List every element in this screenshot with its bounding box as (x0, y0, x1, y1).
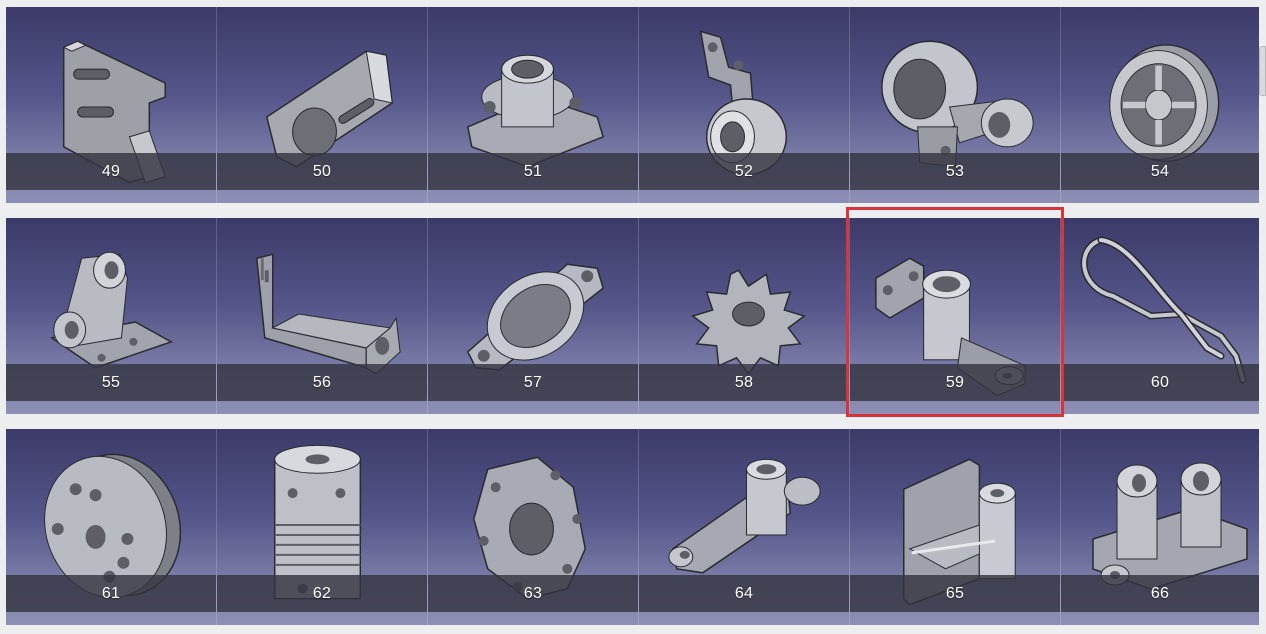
gallery-tile-60[interactable]: 60 (1061, 218, 1259, 414)
tile-label: 58 (734, 374, 754, 391)
gallery-tile-62[interactable]: 62 (217, 429, 428, 625)
gallery-tile-63[interactable]: 63 (428, 429, 639, 625)
gallery-tile-49[interactable]: 49 (6, 7, 217, 203)
gallery-tile-64[interactable]: 64 (639, 429, 850, 625)
tile-label: 62 (312, 585, 332, 602)
gallery-tile-61[interactable]: 61 (6, 429, 217, 625)
tile-label: 54 (1150, 163, 1170, 180)
tile-label: 53 (945, 163, 965, 180)
tile-label: 49 (101, 163, 121, 180)
tile-label: 55 (101, 374, 121, 391)
tile-label: 60 (1150, 374, 1170, 391)
gallery-tile-51[interactable]: 51 (428, 7, 639, 203)
gallery-tile-56[interactable]: 56 (217, 218, 428, 414)
gallery-tile-53[interactable]: 53 (850, 7, 1061, 203)
gallery-tile-57[interactable]: 57 (428, 218, 639, 414)
gallery-tile-65[interactable]: 65 (850, 429, 1061, 625)
gallery-tile-55[interactable]: 55 (6, 218, 217, 414)
part-gallery-grid: 49 50 51 52 53 54 55 56 57 58 59 60 61 6… (6, 7, 1259, 625)
tile-label: 56 (312, 374, 332, 391)
tile-label: 51 (523, 163, 543, 180)
tile-label: 57 (523, 374, 543, 391)
gallery-row-2: 55 56 57 58 59 60 (6, 218, 1259, 414)
gallery-tile-59[interactable]: 59 (850, 218, 1061, 414)
tile-label: 59 (945, 374, 965, 391)
tile-label: 64 (734, 585, 754, 602)
tile-label: 65 (945, 585, 965, 602)
gallery-tile-58[interactable]: 58 (639, 218, 850, 414)
gallery-tile-54[interactable]: 54 (1061, 7, 1259, 203)
gallery-tile-50[interactable]: 50 (217, 7, 428, 203)
gallery-tile-66[interactable]: 66 (1061, 429, 1259, 625)
gallery-row-3: 61 62 63 64 65 66 (6, 429, 1259, 625)
tile-label: 63 (523, 585, 543, 602)
tile-label: 66 (1150, 585, 1170, 602)
tile-label: 52 (734, 163, 754, 180)
tile-label: 61 (101, 585, 121, 602)
tile-label: 50 (312, 163, 332, 180)
gallery-tile-52[interactable]: 52 (639, 7, 850, 203)
gallery-row-1: 49 50 51 52 53 54 (6, 7, 1259, 203)
scrollbar-handle[interactable] (1259, 46, 1266, 96)
